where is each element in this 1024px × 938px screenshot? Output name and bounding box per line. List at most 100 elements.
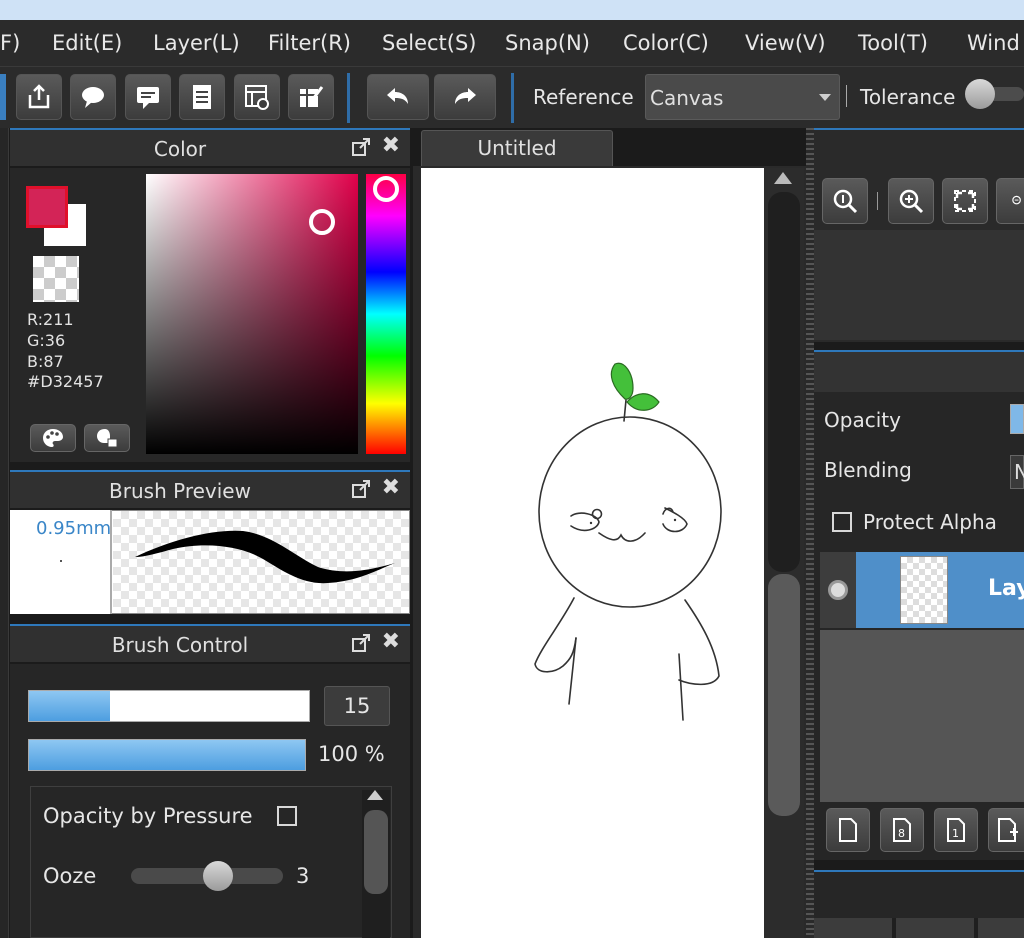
popout-icon[interactable] bbox=[352, 138, 370, 156]
popout-icon[interactable] bbox=[352, 634, 370, 652]
ooze-value: 3 bbox=[296, 864, 310, 888]
protect-alpha-checkbox[interactable] bbox=[832, 512, 852, 532]
sv-picker-cursor[interactable] bbox=[309, 209, 335, 235]
menu-window[interactable]: Wind bbox=[967, 31, 1020, 55]
document-tab[interactable]: Untitled bbox=[421, 130, 613, 166]
history-button[interactable] bbox=[234, 74, 280, 120]
document-button[interactable] bbox=[179, 74, 225, 120]
reference-label: Reference bbox=[533, 85, 634, 109]
transparent-color-swatch[interactable] bbox=[33, 256, 79, 302]
redo-button[interactable] bbox=[434, 74, 496, 120]
palette-button[interactable] bbox=[30, 424, 76, 452]
color-panel-header: Color ✖ bbox=[10, 128, 410, 166]
hue-slider-cursor[interactable] bbox=[373, 176, 399, 202]
message-icon bbox=[137, 87, 159, 109]
tolerance-slider-knob[interactable] bbox=[965, 79, 995, 109]
color-panel-title: Color bbox=[153, 137, 207, 161]
undo-button[interactable] bbox=[367, 74, 429, 120]
dock-splitter[interactable] bbox=[806, 128, 814, 938]
foreground-color-swatch[interactable] bbox=[26, 186, 68, 228]
fit-to-window-button[interactable] bbox=[942, 178, 988, 224]
brush-preview-title: Brush Preview bbox=[109, 479, 251, 503]
ooze-slider-knob[interactable] bbox=[203, 861, 233, 891]
color-set-icon bbox=[97, 429, 118, 448]
layer-row[interactable]: Lay bbox=[820, 552, 1024, 628]
comment-button[interactable] bbox=[70, 74, 116, 120]
close-icon[interactable]: ✖ bbox=[382, 133, 400, 158]
document-icon bbox=[193, 85, 211, 109]
menu-edit[interactable]: Edit(E) bbox=[52, 31, 122, 55]
layer-blending-select[interactable]: N bbox=[1010, 455, 1024, 489]
layer-blending-value: N bbox=[1014, 460, 1024, 484]
zoom-out-icon bbox=[1012, 195, 1021, 205]
new-8bit-layer-button[interactable]: 8 bbox=[880, 808, 924, 852]
zoom-in-button[interactable] bbox=[888, 178, 934, 224]
brush-opacity-slider[interactable] bbox=[28, 739, 306, 771]
zoom-out-button[interactable] bbox=[996, 178, 1024, 224]
brush-stroke-preview bbox=[113, 511, 409, 613]
share-icon bbox=[28, 84, 50, 109]
color-red-value: R:211 bbox=[27, 310, 74, 329]
chevron-down-icon bbox=[819, 94, 831, 101]
close-icon[interactable]: ✖ bbox=[382, 475, 400, 500]
scroll-up-icon[interactable] bbox=[367, 790, 383, 800]
color-hex-value: #D32457 bbox=[27, 372, 104, 391]
brush-preview-header: Brush Preview ✖ bbox=[10, 470, 410, 508]
layer-name: Lay bbox=[988, 576, 1024, 601]
message-button[interactable] bbox=[125, 74, 171, 120]
layer-8bit-icon: 8 bbox=[893, 818, 911, 842]
toolbar-divider bbox=[846, 85, 847, 107]
menu-bar: F) Edit(E) Layer(L) Filter(R) Select(S) … bbox=[0, 20, 1024, 66]
add-halftone-layer-button[interactable] bbox=[988, 808, 1024, 852]
color-green-value: G:36 bbox=[27, 331, 66, 350]
menu-snap[interactable]: Snap(N) bbox=[505, 31, 590, 55]
menu-view[interactable]: View(V) bbox=[745, 31, 826, 55]
menu-filter[interactable]: Filter(R) bbox=[268, 31, 351, 55]
right-bottom-tabs[interactable] bbox=[814, 918, 1024, 938]
zoom-actual-button[interactable] bbox=[822, 178, 868, 224]
share-button[interactable] bbox=[16, 74, 62, 120]
tolerance-label: Tolerance bbox=[860, 85, 956, 109]
toolbar-edge bbox=[0, 74, 6, 120]
fit-window-icon bbox=[954, 190, 976, 212]
window-title-bar bbox=[0, 0, 1024, 20]
reference-value: Canvas bbox=[650, 86, 724, 110]
brush-control-header: Brush Control ✖ bbox=[10, 624, 410, 662]
opacity-by-pressure-checkbox[interactable] bbox=[277, 806, 297, 826]
popout-icon[interactable] bbox=[352, 480, 370, 498]
brush-stroke-shape bbox=[135, 530, 395, 584]
layer-opacity-slider[interactable] bbox=[1010, 404, 1024, 434]
nav-divider bbox=[877, 192, 878, 210]
color-set-button[interactable] bbox=[84, 424, 130, 452]
sprout-character-drawing bbox=[534, 362, 722, 721]
layer-1bit-icon: 1 bbox=[947, 818, 965, 842]
layer-blending-label: Blending bbox=[824, 458, 912, 482]
new-layer-button[interactable] bbox=[826, 808, 870, 852]
document-tab-title: Untitled bbox=[477, 136, 557, 160]
brush-size-input[interactable]: 15 bbox=[324, 686, 390, 726]
brush-options-scroll-thumb[interactable] bbox=[364, 810, 388, 894]
redo-icon bbox=[455, 88, 476, 104]
layer-visibility-toggle[interactable] bbox=[820, 552, 856, 628]
menu-layer[interactable]: Layer(L) bbox=[153, 31, 240, 55]
palette-icon bbox=[43, 429, 63, 447]
brush-size-slider[interactable] bbox=[28, 690, 310, 722]
protect-alpha-label: Protect Alpha bbox=[863, 510, 997, 534]
svg-text:1: 1 bbox=[952, 827, 959, 840]
reference-select[interactable]: Canvas bbox=[645, 74, 840, 120]
brush-opacity-slider-fill bbox=[29, 740, 305, 770]
zoom-in-icon bbox=[899, 189, 924, 214]
edit-sheet-button[interactable] bbox=[288, 74, 334, 120]
hue-slider[interactable] bbox=[366, 174, 406, 454]
brush-size-text: 0.95mm bbox=[36, 518, 112, 539]
menu-tool[interactable]: Tool(T) bbox=[858, 31, 928, 55]
close-icon[interactable]: ✖ bbox=[382, 629, 400, 654]
canvas[interactable] bbox=[421, 168, 764, 938]
menu-color[interactable]: Color(C) bbox=[623, 31, 709, 55]
menu-file[interactable]: F) bbox=[0, 31, 20, 55]
scroll-up-icon[interactable] bbox=[774, 172, 792, 184]
edit-sheet-icon bbox=[300, 86, 324, 107]
canvas-scroll-thumb[interactable] bbox=[768, 574, 800, 816]
menu-select[interactable]: Select(S) bbox=[382, 31, 477, 55]
new-1bit-layer-button[interactable]: 1 bbox=[934, 808, 978, 852]
